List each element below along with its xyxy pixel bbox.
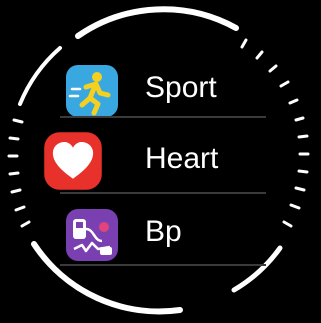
menu-item-label: Sport: [145, 71, 217, 104]
menu-item-label: Heart: [145, 142, 219, 175]
menu-divider: [60, 264, 266, 266]
menu-item-label: Bp: [145, 215, 182, 248]
menu-divider: [60, 116, 266, 118]
menu-item-heart[interactable]: Heart: [44, 119, 268, 190]
bezel-arc-top: [75, 6, 239, 39]
running-person-icon: [66, 65, 118, 117]
menu-item-bp[interactable]: Bp: [48, 192, 268, 262]
menu-item-sport[interactable]: Sport: [48, 48, 268, 118]
blood-pressure-icon: [66, 209, 118, 261]
heart-icon: [44, 132, 102, 190]
